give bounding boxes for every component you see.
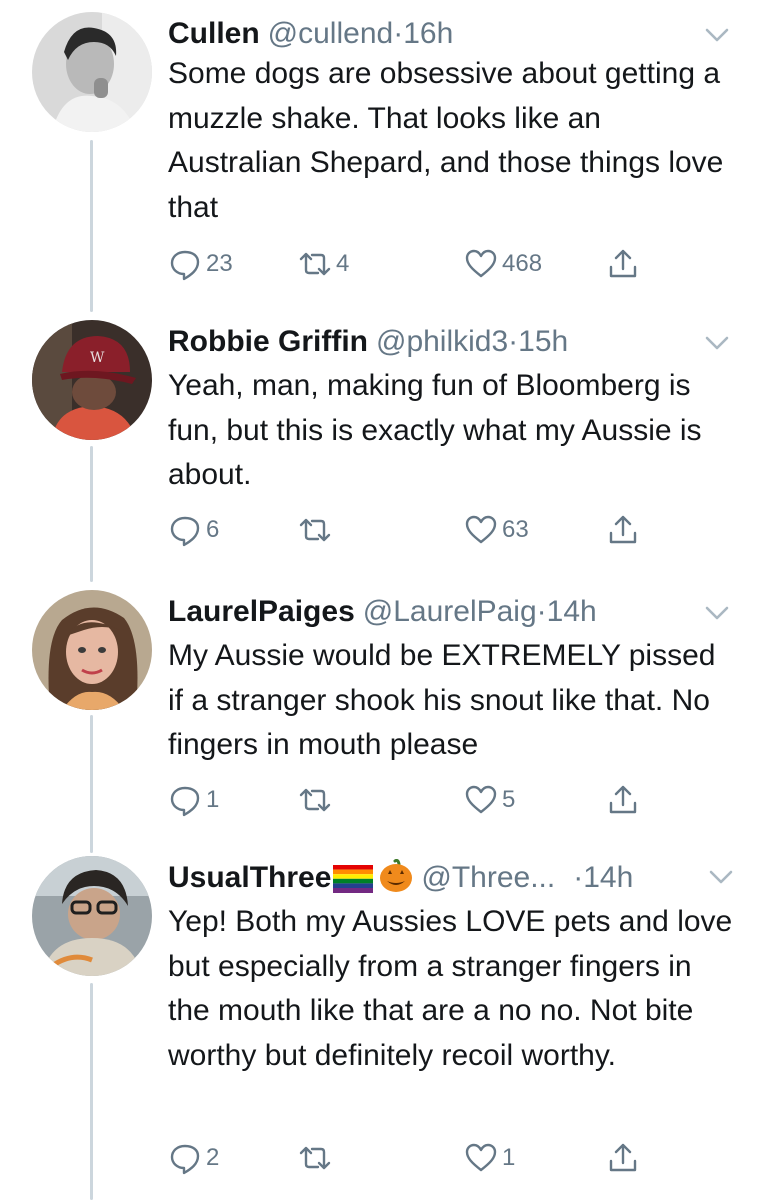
tweet-header: Robbie Griffin @philkid3·15h bbox=[168, 320, 568, 364]
tweet-header: LaurelPaiges @LaurelPaig·14h bbox=[168, 590, 597, 634]
reply-icon bbox=[170, 786, 200, 817]
avatar[interactable] bbox=[32, 12, 152, 132]
like-icon bbox=[465, 249, 497, 278]
retweet-button[interactable]: 4 bbox=[298, 244, 349, 284]
tweet-actions: 6 63 bbox=[168, 510, 648, 550]
tweet[interactable]: LaurelPaiges @LaurelPaig·14h My Aussie wo… bbox=[0, 590, 759, 840]
like-button[interactable]: 5 bbox=[464, 780, 515, 820]
tweet[interactable]: Cullen @cullend·16h Some dogs are obsessi… bbox=[0, 12, 759, 302]
like-button[interactable]: 468 bbox=[464, 244, 542, 284]
retweet-icon bbox=[299, 518, 331, 542]
like-count: 1 bbox=[502, 1144, 516, 1171]
like-icon bbox=[465, 515, 497, 544]
chevron-down-icon[interactable] bbox=[704, 26, 730, 44]
retweet-icon bbox=[299, 252, 331, 276]
reply-icon bbox=[170, 516, 200, 547]
svg-text:W: W bbox=[90, 350, 105, 366]
tweet-header: UsualThree @Three... ·14h bbox=[168, 856, 633, 900]
user-handle[interactable]: @cullend bbox=[268, 17, 394, 50]
share-icon bbox=[609, 515, 637, 544]
like-icon bbox=[465, 1143, 497, 1172]
display-name[interactable]: LaurelPaiges bbox=[168, 595, 355, 628]
tweet-text: Yeah, man, making fun of Bloomberg is fu… bbox=[168, 369, 702, 491]
chevron-down-icon[interactable] bbox=[708, 868, 734, 886]
tweet-text: Yep! Both my Aussies LOVE pets and love … bbox=[168, 905, 733, 1072]
timestamp[interactable]: 14h bbox=[583, 861, 633, 894]
tweet[interactable]: W Robbie Griffin @philkid3·15h Yeah, man,… bbox=[0, 320, 759, 570]
avatar[interactable] bbox=[32, 590, 152, 710]
tweet[interactable]: UsualThree @Three... ·14h Yep! Both my Au… bbox=[0, 856, 759, 1200]
share-button[interactable] bbox=[606, 780, 640, 820]
chevron-down-icon[interactable] bbox=[704, 334, 730, 352]
like-count: 5 bbox=[502, 786, 516, 813]
rainbow-flag-icon bbox=[333, 862, 374, 894]
share-button[interactable] bbox=[606, 510, 640, 550]
timestamp[interactable]: 16h bbox=[403, 17, 453, 50]
retweet-button[interactable] bbox=[298, 780, 336, 820]
tweet-actions: 2 1 bbox=[168, 1138, 648, 1178]
separator-dot: · bbox=[573, 861, 584, 894]
separator-dot: · bbox=[508, 325, 519, 358]
display-name[interactable]: UsualThree bbox=[168, 861, 331, 894]
like-button[interactable]: 63 bbox=[464, 510, 529, 550]
timestamp[interactable]: 14h bbox=[547, 595, 597, 628]
separator-dot: · bbox=[393, 17, 404, 50]
retweet-button[interactable] bbox=[298, 1138, 336, 1178]
reply-button[interactable]: 23 bbox=[168, 244, 233, 284]
separator-dot: · bbox=[536, 595, 547, 628]
like-count: 63 bbox=[502, 516, 529, 543]
reply-button[interactable]: 6 bbox=[168, 510, 219, 550]
avatar[interactable] bbox=[32, 856, 152, 976]
like-count: 468 bbox=[502, 250, 543, 277]
retweet-icon bbox=[299, 788, 331, 812]
reply-icon bbox=[170, 1144, 200, 1175]
reply-count: 23 bbox=[206, 250, 233, 277]
display-name[interactable]: Cullen bbox=[168, 17, 260, 50]
jack-o-lantern-icon bbox=[379, 859, 413, 893]
avatar[interactable]: W bbox=[32, 320, 152, 440]
like-button[interactable]: 1 bbox=[464, 1138, 515, 1178]
reply-button[interactable]: 1 bbox=[168, 780, 219, 820]
tweet-text: My Aussie would be EXTREMELY pissed if a… bbox=[168, 639, 716, 761]
share-button[interactable] bbox=[606, 244, 640, 284]
reply-count: 2 bbox=[206, 1144, 220, 1171]
tweet-actions: 23 4 468 bbox=[168, 244, 648, 284]
user-handle[interactable]: @philkid3 bbox=[376, 325, 508, 358]
retweet-icon bbox=[299, 1146, 331, 1170]
share-icon bbox=[609, 249, 637, 278]
share-button[interactable] bbox=[606, 1138, 640, 1178]
reply-count: 6 bbox=[206, 516, 220, 543]
tweet-actions: 1 5 bbox=[168, 780, 648, 820]
user-handle[interactable]: @Three... bbox=[421, 861, 555, 894]
user-handle[interactable]: @LaurelPaig bbox=[363, 595, 537, 628]
chevron-down-icon[interactable] bbox=[704, 604, 730, 622]
avatar-image bbox=[32, 590, 152, 710]
like-icon bbox=[465, 785, 497, 814]
avatar-image bbox=[32, 856, 152, 976]
timestamp[interactable]: 15h bbox=[518, 325, 568, 358]
share-icon bbox=[609, 1143, 637, 1172]
avatar-image bbox=[32, 12, 152, 132]
display-name[interactable]: Robbie Griffin bbox=[168, 325, 368, 358]
share-icon bbox=[609, 785, 637, 814]
tweet-header: Cullen @cullend·16h bbox=[168, 12, 453, 56]
reply-icon bbox=[170, 250, 200, 281]
retweet-button[interactable] bbox=[298, 510, 336, 550]
avatar-image: W bbox=[32, 320, 152, 440]
reply-count: 1 bbox=[206, 786, 220, 813]
retweet-count: 4 bbox=[336, 250, 350, 277]
tweet-text: Some dogs are obsessive about getting a … bbox=[168, 57, 724, 224]
reply-button[interactable]: 2 bbox=[168, 1138, 219, 1178]
